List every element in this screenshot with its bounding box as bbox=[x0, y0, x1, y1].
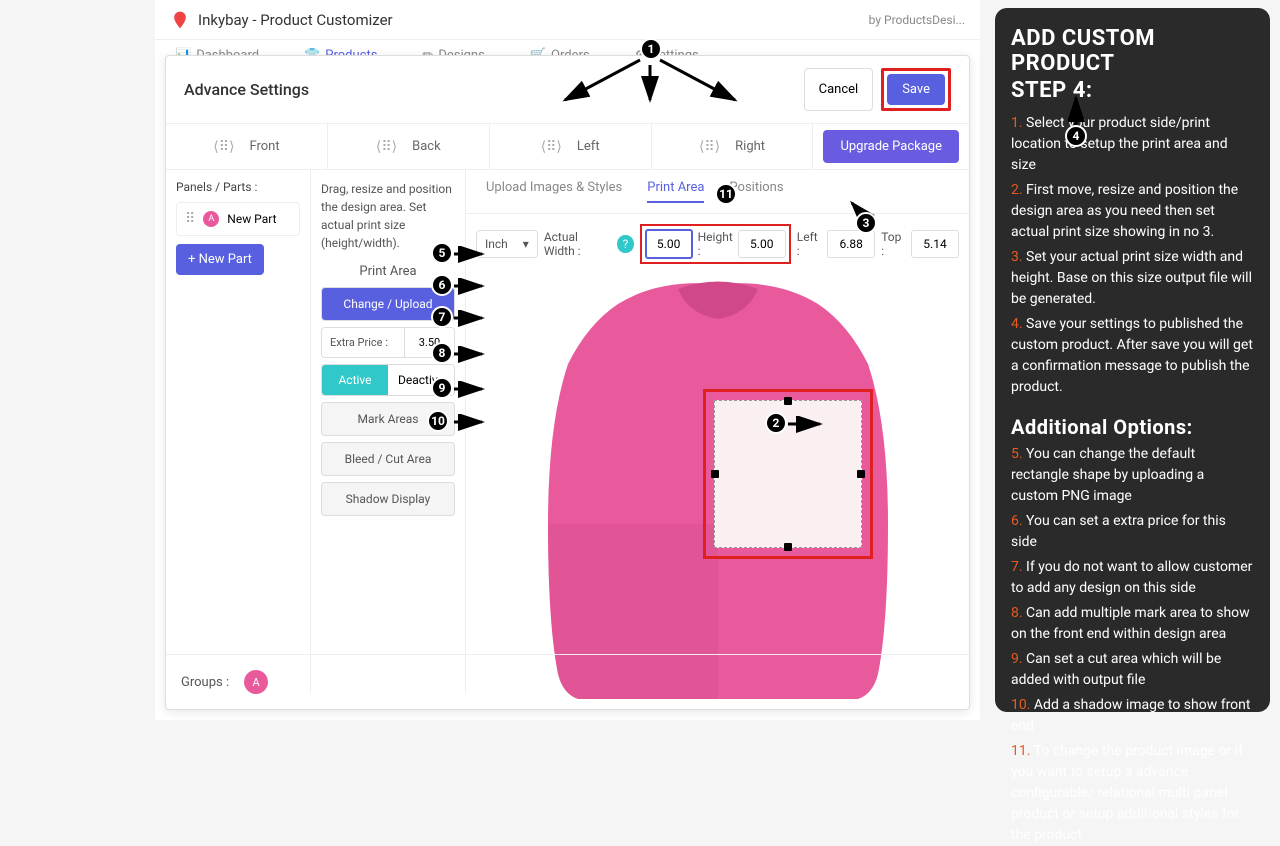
additional-title: Additional Options: bbox=[1011, 412, 1254, 442]
drag-icon: ⟨⠿⟩ bbox=[541, 139, 562, 155]
drag-icon: ⟨⠿⟩ bbox=[376, 139, 397, 155]
cancel-button[interactable]: Cancel bbox=[804, 68, 874, 111]
marker-1: 1 bbox=[640, 38, 662, 60]
marker-11: 11 bbox=[715, 183, 737, 205]
app-logo-icon bbox=[170, 10, 190, 30]
width-input[interactable] bbox=[645, 229, 693, 259]
marker-6: 6 bbox=[431, 274, 453, 296]
chevron-down-icon: ▾ bbox=[523, 237, 529, 251]
width-label: Actual Width : bbox=[544, 230, 611, 258]
marker-10: 10 bbox=[427, 410, 449, 432]
resize-handle-right[interactable] bbox=[857, 470, 865, 478]
modal-title: Advance Settings bbox=[184, 80, 309, 99]
marker-2: 2 bbox=[765, 412, 787, 434]
print-area-box[interactable] bbox=[703, 389, 873, 559]
marker-4: 4 bbox=[1065, 125, 1087, 147]
app-title: Inkybay - Product Customizer bbox=[198, 11, 393, 29]
help-icon[interactable]: ? bbox=[617, 235, 633, 253]
marker-7: 7 bbox=[431, 306, 453, 328]
save-button[interactable]: Save bbox=[887, 74, 945, 105]
drag-icon: ⟨⠿⟩ bbox=[213, 139, 234, 155]
resize-handle-left[interactable] bbox=[711, 470, 719, 478]
groups-label: Groups : bbox=[181, 675, 229, 690]
marker-8: 8 bbox=[431, 342, 453, 364]
canvas bbox=[466, 274, 969, 704]
header-bar: Inkybay - Product Customizer by Products… bbox=[155, 0, 980, 40]
main-canvas-area: Upload Images & Styles Print Area Positi… bbox=[466, 170, 969, 693]
side-tabs: ⟨⠿⟩Front ⟨⠿⟩Back ⟨⠿⟩Left ⟨⠿⟩Right Upgrad… bbox=[166, 124, 969, 170]
shadow-display-button[interactable]: Shadow Display bbox=[321, 482, 455, 516]
tab-positions[interactable]: Positions bbox=[729, 180, 783, 203]
side-tab-front[interactable]: ⟨⠿⟩Front bbox=[166, 124, 328, 169]
upgrade-button[interactable]: Upgrade Package bbox=[823, 130, 959, 163]
marker-9: 9 bbox=[431, 377, 453, 399]
marker-3: 3 bbox=[855, 212, 877, 234]
side-tab-left[interactable]: ⟨⠿⟩Left bbox=[490, 124, 652, 169]
settings-modal: Advance Settings Cancel Save ⟨⠿⟩Front ⟨⠿… bbox=[165, 55, 970, 710]
part-item[interactable]: ⠿ A New Part bbox=[176, 202, 300, 236]
guide-step: STEP 4: bbox=[1011, 78, 1254, 103]
dimensions-row: Inch▾ Actual Width : ? Height : Left : T… bbox=[466, 214, 969, 274]
marker-5: 5 bbox=[431, 242, 453, 264]
resize-handle-top[interactable] bbox=[784, 397, 792, 405]
drag-icon: ⠿ bbox=[185, 211, 195, 227]
new-part-button[interactable]: + New Part bbox=[176, 244, 264, 275]
tab-print-area[interactable]: Print Area bbox=[647, 180, 704, 203]
bleed-cut-button[interactable]: Bleed / Cut Area bbox=[321, 442, 455, 476]
dimensions-highlight: Height : bbox=[640, 224, 791, 264]
groups-footer: Groups : A bbox=[166, 654, 969, 709]
guide-panel: ADD CUSTOM PRODUCT STEP 4: 1. Select you… bbox=[995, 8, 1270, 712]
guide-body: 1. Select your product side/print locati… bbox=[1011, 113, 1254, 846]
panels-sidebar: Panels / Parts : ⠿ A New Part + New Part bbox=[166, 170, 311, 693]
active-button[interactable]: Active bbox=[322, 365, 388, 395]
save-highlight: Save bbox=[881, 68, 951, 111]
top-label: Top : bbox=[881, 230, 905, 258]
side-tab-right[interactable]: ⟨⠿⟩Right bbox=[652, 124, 814, 169]
app-author: by ProductsDesi... bbox=[869, 13, 965, 27]
group-badge[interactable]: A bbox=[244, 670, 268, 694]
left-input[interactable] bbox=[827, 230, 875, 258]
drag-icon: ⟨⠿⟩ bbox=[699, 139, 720, 155]
product-image bbox=[538, 274, 898, 704]
height-label: Height : bbox=[698, 230, 733, 258]
top-input[interactable] bbox=[911, 230, 959, 258]
side-tab-back[interactable]: ⟨⠿⟩Back bbox=[328, 124, 490, 169]
guide-title: ADD CUSTOM PRODUCT bbox=[1011, 26, 1254, 76]
height-input[interactable] bbox=[738, 230, 786, 258]
tab-upload[interactable]: Upload Images & Styles bbox=[486, 180, 622, 203]
extra-price-label: Extra Price : bbox=[322, 328, 404, 357]
left-label: Left : bbox=[797, 230, 821, 258]
part-badge: A bbox=[203, 211, 219, 227]
panels-label: Panels / Parts : bbox=[176, 180, 300, 194]
instruction-text: Drag, resize and position the design are… bbox=[321, 180, 455, 252]
resize-handle-bottom[interactable] bbox=[784, 543, 792, 551]
